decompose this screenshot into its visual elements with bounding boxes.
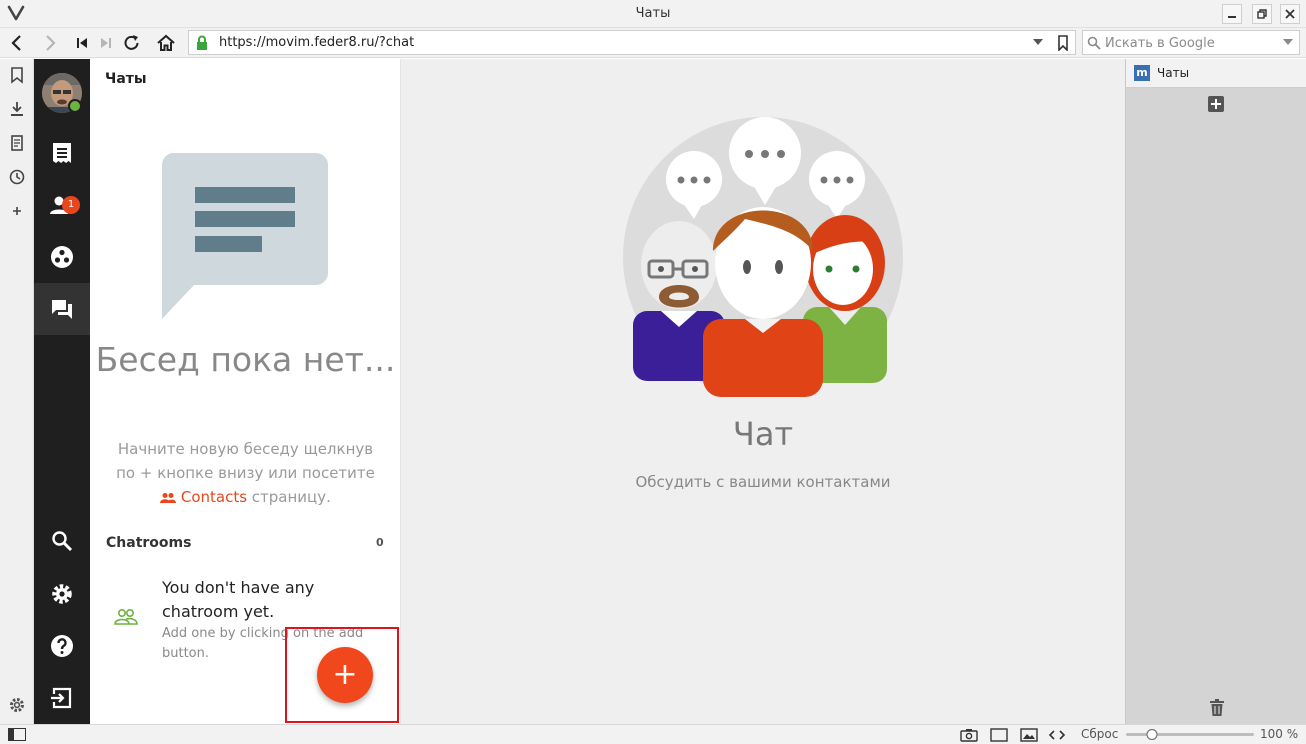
search-input[interactable]	[1105, 34, 1275, 52]
chatrooms-count: 0	[376, 536, 384, 549]
group-icon	[114, 608, 138, 626]
url-text[interactable]: https://movim.feder8.ru/?chat	[219, 35, 414, 50]
rewind-button[interactable]	[70, 32, 94, 54]
chats-panel-title: Чаты	[105, 71, 147, 87]
empty-chat-bubble-icon	[160, 153, 330, 323]
chats-icon[interactable]	[48, 295, 76, 323]
window-title: Чаты	[635, 6, 671, 21]
movim-favicon: m	[1134, 65, 1150, 81]
toggle-panel-icon[interactable]	[8, 728, 26, 741]
tiling-icon[interactable]	[990, 728, 1008, 742]
address-field[interactable]: https://movim.feder8.ru/?chat	[188, 30, 1076, 55]
no-chatroom-title: You don't have any chatroom yet.	[162, 578, 315, 621]
add-chat-button[interactable]: +	[317, 647, 373, 703]
main-title: Чат	[732, 415, 794, 453]
url-history-chevron-down-icon[interactable]	[1033, 39, 1043, 46]
images-icon[interactable]	[1020, 728, 1038, 742]
bookmarks-panel-icon[interactable]	[7, 65, 27, 85]
contacts-link-icon	[160, 492, 177, 503]
chat-main-area: Чат Обсудить с вашими контактами	[401, 59, 1125, 724]
online-status-indicator	[68, 99, 82, 113]
contacts-link-label[interactable]: Contacts	[181, 488, 247, 506]
page-actions-code-icon[interactable]	[1048, 728, 1066, 742]
zoom-level: 100 %	[1260, 727, 1299, 741]
add-panel-tab-icon[interactable]	[1208, 96, 1224, 112]
chat-people-illustration	[621, 115, 905, 399]
minimize-button[interactable]	[1222, 4, 1242, 24]
web-panel-tab-title[interactable]: Чаты	[1157, 66, 1189, 80]
main-subtitle: Обсудить с вашими контактами	[635, 473, 891, 491]
communities-icon[interactable]	[48, 243, 76, 271]
empty-chats-hint-text: Начните новую беседу щелкнув по + кнопке…	[116, 440, 375, 482]
settings-gear-icon[interactable]	[48, 580, 76, 608]
contacts-link[interactable]: Contacts	[160, 488, 247, 506]
news-feed-icon[interactable]	[48, 139, 76, 167]
app-sidebar: 1	[34, 59, 90, 724]
secure-lock-icon[interactable]	[195, 35, 209, 51]
search-icon	[1087, 36, 1101, 50]
web-panel: m Чаты	[1125, 59, 1306, 724]
address-toolbar: https://movim.feder8.ru/?chat	[0, 28, 1306, 58]
panel-settings-gear-icon[interactable]	[7, 695, 27, 715]
back-button[interactable]	[6, 32, 30, 54]
trash-icon[interactable]	[1210, 699, 1224, 717]
window-title-bar: Чаты	[0, 0, 1306, 28]
help-icon[interactable]	[48, 632, 76, 660]
add-web-panel-icon[interactable]	[7, 201, 27, 221]
search-engine-chevron-down-icon[interactable]	[1283, 39, 1293, 46]
contacts-notification-badge: 1	[62, 196, 80, 214]
downloads-panel-icon[interactable]	[7, 99, 27, 119]
chats-panel: Чаты Бесед пока нет... Начните новую бес…	[90, 59, 401, 724]
search-box[interactable]	[1082, 30, 1300, 55]
logout-icon[interactable]	[48, 684, 76, 712]
history-panel-icon[interactable]	[7, 167, 27, 187]
web-panel-tab[interactable]: m Чаты	[1126, 59, 1306, 88]
status-bar: Сброс 100 %	[0, 724, 1306, 744]
empty-chats-title: Бесед пока нет...	[95, 340, 396, 379]
bookmark-icon[interactable]	[1057, 35, 1069, 51]
notes-panel-icon[interactable]	[7, 133, 27, 153]
screenshot-camera-icon[interactable]	[960, 728, 978, 742]
browser-panel-strip	[0, 59, 34, 724]
reload-icon[interactable]	[120, 32, 144, 54]
search-icon[interactable]	[48, 527, 76, 555]
maximize-button[interactable]	[1252, 4, 1272, 24]
home-icon[interactable]	[154, 32, 178, 54]
zoom-reset-button[interactable]: Сброс	[1081, 727, 1118, 741]
empty-chats-hint-suffix: страницу.	[247, 488, 331, 506]
empty-chats-hint: Начните новую беседу щелкнув по + кнопке…	[108, 437, 383, 509]
fast-forward-button[interactable]	[94, 32, 118, 54]
chatrooms-header: Chatrooms	[106, 535, 192, 551]
zoom-slider[interactable]	[1126, 729, 1254, 740]
forward-button[interactable]	[38, 32, 62, 54]
close-window-button[interactable]	[1280, 4, 1300, 24]
